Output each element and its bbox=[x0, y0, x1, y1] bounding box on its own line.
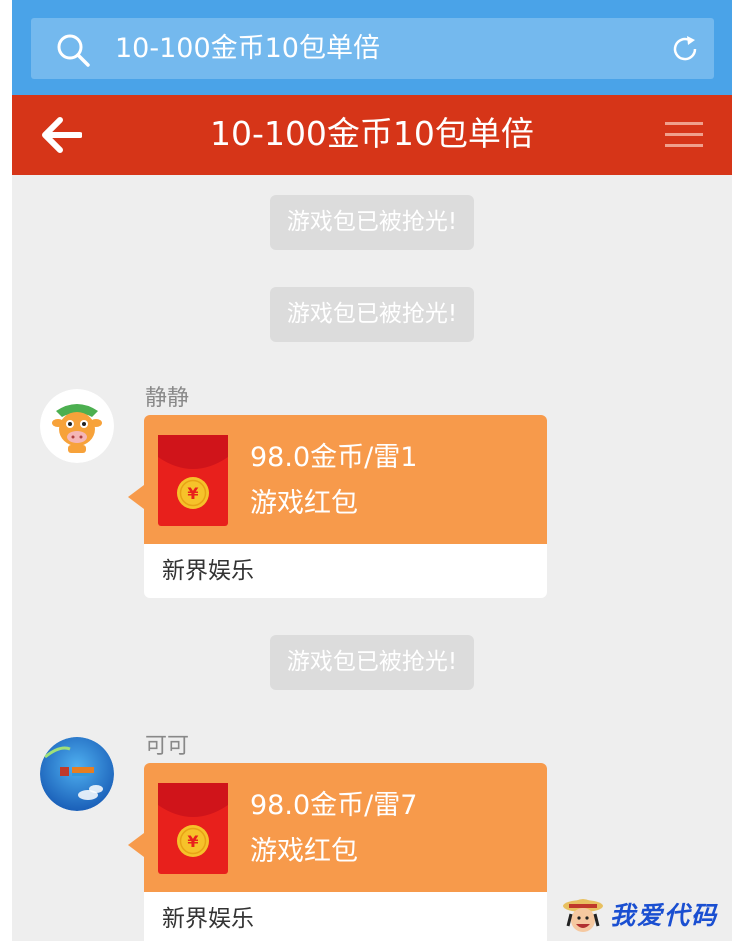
refresh-icon[interactable] bbox=[670, 34, 700, 64]
search-icon[interactable] bbox=[55, 32, 91, 68]
browser-bar: 10-100金币10包单倍 bbox=[12, 0, 732, 95]
cow-avatar-icon bbox=[40, 389, 114, 463]
avatar[interactable] bbox=[40, 737, 114, 811]
system-message: 游戏包已被抢光! bbox=[270, 287, 474, 342]
red-packet-card[interactable]: ¥ 98.0金币/雷1 游戏红包 新界娱乐 bbox=[128, 415, 547, 598]
page-title: 10-100金币10包单倍 bbox=[210, 114, 534, 153]
watermark-text: 我爱代码 bbox=[610, 901, 719, 930]
search-query-text[interactable]: 10-100金币10包单倍 bbox=[115, 18, 380, 79]
packet-type: 游戏红包 bbox=[250, 836, 358, 867]
packet-source: 新界娱乐 bbox=[162, 906, 254, 932]
svg-text:¥: ¥ bbox=[187, 484, 198, 503]
bubble-tail bbox=[128, 485, 144, 509]
avatar[interactable] bbox=[40, 389, 114, 463]
packet-header: ¥ 98.0金币/雷7 游戏红包 bbox=[144, 763, 547, 892]
pirate-face-icon bbox=[563, 899, 603, 932]
red-envelope-icon: ¥ bbox=[158, 783, 228, 874]
packet-amount: 98.0金币/雷1 bbox=[250, 442, 418, 473]
packet-footer: 新界娱乐 bbox=[144, 544, 547, 598]
sender-name: 可可 bbox=[145, 734, 190, 759]
red-packet-card[interactable]: ¥ 98.0金币/雷7 游戏红包 新界娱乐 bbox=[128, 763, 547, 941]
packet-footer: 新界娱乐 bbox=[144, 892, 547, 941]
packet-header: ¥ 98.0金币/雷1 游戏红包 bbox=[144, 415, 547, 544]
system-message: 游戏包已被抢光! bbox=[270, 195, 474, 250]
sender-name: 静静 bbox=[145, 386, 190, 411]
system-message: 游戏包已被抢光! bbox=[270, 635, 474, 690]
app-header: 10-100金币10包单倍 bbox=[12, 95, 732, 175]
menu-icon[interactable] bbox=[665, 121, 703, 149]
chat-area[interactable]: 游戏包已被抢光! 游戏包已被抢光! 静静 ¥ 98.0金币/雷1 游戏红包 新界… bbox=[12, 175, 732, 941]
watermark: 我爱代码 bbox=[560, 892, 740, 938]
search-box[interactable]: 10-100金币10包单倍 bbox=[31, 18, 714, 79]
sky-avatar-icon bbox=[40, 737, 114, 811]
packet-source: 新界娱乐 bbox=[162, 558, 254, 584]
bubble-tail bbox=[128, 833, 144, 857]
red-envelope-icon: ¥ bbox=[158, 435, 228, 526]
svg-text:¥: ¥ bbox=[187, 832, 198, 851]
packet-type: 游戏红包 bbox=[250, 488, 358, 519]
packet-amount: 98.0金币/雷7 bbox=[250, 790, 418, 821]
